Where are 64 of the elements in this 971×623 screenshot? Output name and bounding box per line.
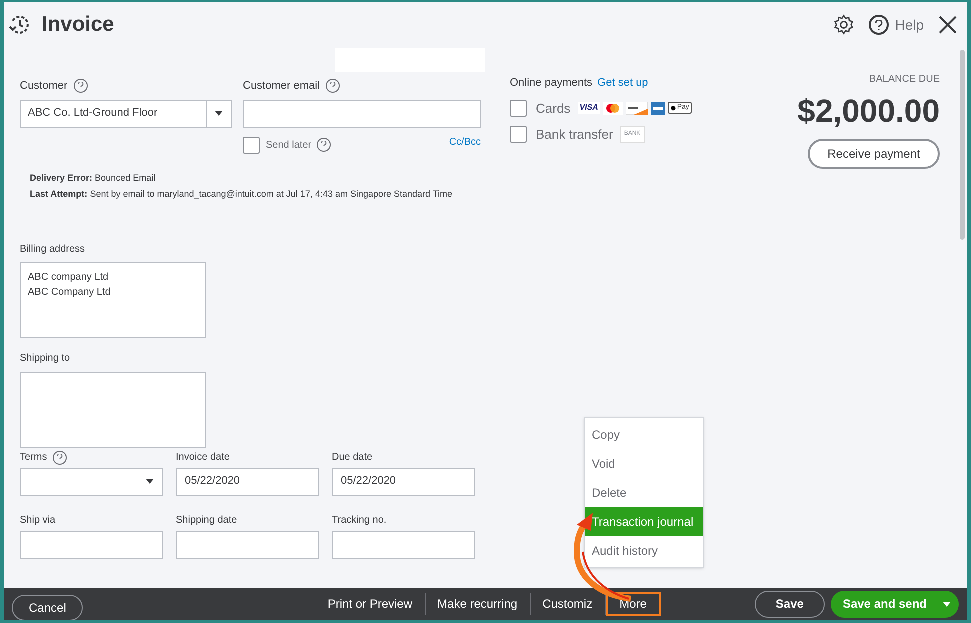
payment-method-label: Bank transfer <box>536 126 614 144</box>
field-label: Shipping to <box>20 352 72 366</box>
checkbox-label: Send later <box>266 138 312 152</box>
footer-action[interactable]: Print or Preview <box>316 592 425 616</box>
help-link[interactable]: Help <box>895 14 924 36</box>
save-button[interactable]: Save <box>754 590 825 618</box>
field-label: Tracking no. <box>332 514 387 528</box>
menu-item[interactable]: Audit history <box>585 536 703 565</box>
caret-icon <box>215 111 223 116</box>
balance-due-label: BALANCE DUE <box>869 73 940 87</box>
balance-amount: $2,000.00 <box>798 92 940 131</box>
close-icon[interactable] <box>938 15 958 35</box>
cancel-button[interactable]: Cancel <box>12 595 84 620</box>
get-set-up-link[interactable]: Get set up <box>598 75 648 92</box>
field-label: Billing address <box>20 242 86 256</box>
text-field[interactable] <box>20 530 163 558</box>
delivery-status-text: Delivery Error: Bounced Email <box>30 172 157 185</box>
menu-item[interactable]: Void <box>585 449 703 478</box>
help-icon[interactable] <box>74 79 88 94</box>
email-field[interactable] <box>243 100 481 128</box>
caret-icon <box>146 479 154 484</box>
help-icon[interactable] <box>326 79 340 94</box>
checkbox[interactable] <box>510 126 527 144</box>
section-label: Online payments <box>510 76 593 91</box>
scrollbar-thumb[interactable] <box>960 50 965 240</box>
card-logo-icon <box>651 102 666 115</box>
field-label: Shipping date <box>176 514 238 528</box>
visa-logo: VISA <box>578 102 600 114</box>
footer-action[interactable]: Customiz <box>530 592 605 616</box>
checkbox[interactable] <box>243 136 260 154</box>
field-value: 05/22/2020 <box>185 474 240 490</box>
card-logo-icon <box>603 102 624 115</box>
field-label: Invoice date <box>176 451 230 465</box>
text-field[interactable] <box>176 530 319 558</box>
caret-icon <box>943 602 951 606</box>
footer-action[interactable]: Make recurring <box>426 592 530 616</box>
text-field[interactable] <box>332 530 475 558</box>
settings-icon[interactable] <box>833 14 856 36</box>
field-label: Due date <box>332 451 373 465</box>
address-line: ABC company Ltd <box>28 270 110 284</box>
field-label: Customer <box>20 79 68 94</box>
cc-bcc-link[interactable]: Cc/Bcc <box>449 134 481 150</box>
text-field[interactable]: 05/22/2020 <box>332 468 475 496</box>
page-title: Invoice <box>42 12 114 38</box>
footer-action[interactable]: More <box>606 592 661 616</box>
shipping-address-field[interactable] <box>20 372 206 448</box>
field-label: Customer email <box>243 79 320 94</box>
menu-item[interactable]: Delete <box>585 478 703 507</box>
delivery-status-text: Last Attempt: Sent by email to maryland_tacang@intuit.com at Jul 17, 4:43 am Singapore Standard Time <box>30 188 454 201</box>
billing-address-field[interactable]: ABC company Ltd ABC Company Ltd <box>20 262 206 338</box>
help-icon[interactable] <box>316 138 331 152</box>
field-label: Ship via <box>20 514 56 528</box>
menu-item[interactable]: Copy <box>585 420 703 449</box>
payment-method-label: Cards <box>536 100 571 118</box>
customer-select[interactable]: ABC Co. Ltd-Ground Floor <box>20 100 232 128</box>
field-value: 05/22/2020 <box>341 474 396 490</box>
text-field[interactable]: 05/22/2020 <box>176 468 319 496</box>
checkbox[interactable] <box>510 100 527 117</box>
help-icon[interactable] <box>53 450 68 464</box>
card-logo-icon <box>626 102 648 115</box>
field-label: Terms <box>20 451 48 465</box>
history-icon[interactable] <box>8 13 32 37</box>
receive-payment-button[interactable]: Receive payment <box>808 139 940 169</box>
address-line: ABC Company Ltd <box>28 286 112 300</box>
